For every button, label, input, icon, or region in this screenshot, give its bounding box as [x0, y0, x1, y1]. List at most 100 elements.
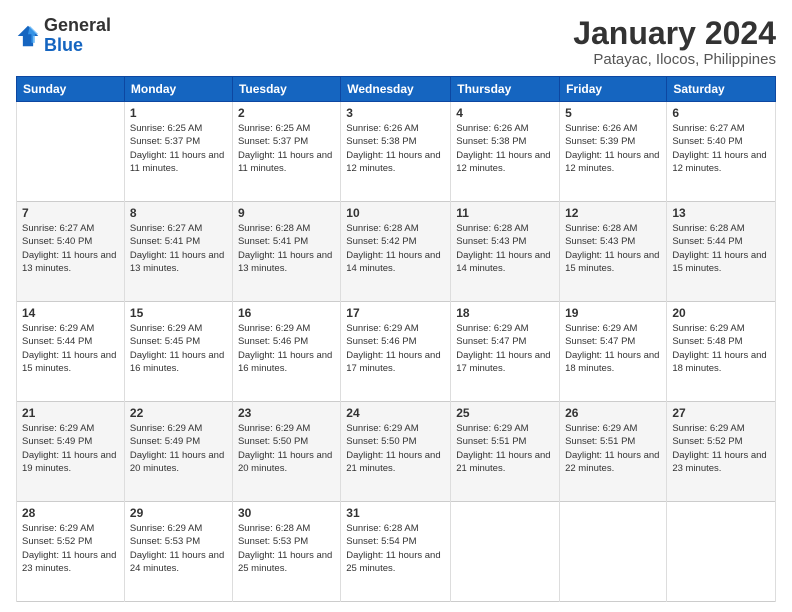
- table-row: 12 Sunrise: 6:28 AMSunset: 5:43 PMDayligh…: [560, 202, 667, 302]
- calendar-week-row: 21 Sunrise: 6:29 AMSunset: 5:49 PMDayligh…: [17, 402, 776, 502]
- day-number: 17: [346, 306, 445, 320]
- day-number: 26: [565, 406, 661, 420]
- table-row: [17, 102, 125, 202]
- day-number: 28: [22, 506, 119, 520]
- day-number: 14: [22, 306, 119, 320]
- day-info: Sunrise: 6:27 AMSunset: 5:40 PMDaylight:…: [672, 122, 770, 175]
- title-block: January 2024 Patayac, Ilocos, Philippine…: [573, 16, 776, 68]
- day-number: 2: [238, 106, 335, 120]
- table-row: [451, 502, 560, 602]
- table-row: 19Sunrise: 6:29 AMSunset: 5:47 PMDayligh…: [560, 302, 667, 402]
- day-info: Sunrise: 6:29 AMSunset: 5:44 PMDaylight:…: [22, 322, 119, 375]
- day-number: 24: [346, 406, 445, 420]
- table-row: 30Sunrise: 6:28 AMSunset: 5:53 PMDayligh…: [232, 502, 340, 602]
- day-number: 13: [672, 206, 770, 220]
- calendar-week-row: 1 Sunrise: 6:25 AMSunset: 5:37 PMDaylight…: [17, 102, 776, 202]
- day-info: Sunrise: 6:29 AMSunset: 5:52 PMDaylight:…: [672, 422, 770, 475]
- day-info: Sunrise: 6:29 AMSunset: 5:45 PMDaylight:…: [130, 322, 227, 375]
- day-number: 31: [346, 506, 445, 520]
- table-row: 11Sunrise: 6:28 AMSunset: 5:43 PMDayligh…: [451, 202, 560, 302]
- day-info: Sunrise: 6:29 AMSunset: 5:47 PMDaylight:…: [456, 322, 554, 375]
- day-number: 5: [565, 106, 661, 120]
- col-monday: Monday: [124, 77, 232, 102]
- table-row: 22 Sunrise: 6:29 AMSunset: 5:49 PMDayligh…: [124, 402, 232, 502]
- table-row: 1 Sunrise: 6:25 AMSunset: 5:37 PMDaylight…: [124, 102, 232, 202]
- day-info: Sunrise: 6:29 AMSunset: 5:49 PMDaylight:…: [130, 422, 227, 475]
- day-number: 21: [22, 406, 119, 420]
- table-row: [560, 502, 667, 602]
- day-number: 12: [565, 206, 661, 220]
- day-number: 25: [456, 406, 554, 420]
- day-info: Sunrise: 6:29 AMSunset: 5:48 PMDaylight:…: [672, 322, 770, 375]
- table-row: 2 Sunrise: 6:25 AMSunset: 5:37 PMDaylight…: [232, 102, 340, 202]
- table-row: [667, 502, 776, 602]
- day-number: 9: [238, 206, 335, 220]
- col-friday: Friday: [560, 77, 667, 102]
- table-row: 5Sunrise: 6:26 AMSunset: 5:39 PMDaylight…: [560, 102, 667, 202]
- table-row: 31Sunrise: 6:28 AMSunset: 5:54 PMDayligh…: [341, 502, 451, 602]
- day-number: 10: [346, 206, 445, 220]
- day-info: Sunrise: 6:28 AMSunset: 5:42 PMDaylight:…: [346, 222, 445, 275]
- table-row: 16Sunrise: 6:29 AMSunset: 5:46 PMDayligh…: [232, 302, 340, 402]
- calendar-week-row: 7 Sunrise: 6:27 AMSunset: 5:40 PMDaylight…: [17, 202, 776, 302]
- day-info: Sunrise: 6:27 AMSunset: 5:41 PMDaylight:…: [130, 222, 227, 275]
- calendar-week-row: 28 Sunrise: 6:29 AMSunset: 5:52 PMDayligh…: [17, 502, 776, 602]
- day-info: Sunrise: 6:25 AMSunset: 5:37 PMDaylight:…: [130, 122, 227, 175]
- table-row: 27 Sunrise: 6:29 AMSunset: 5:52 PMDayligh…: [667, 402, 776, 502]
- col-saturday: Saturday: [667, 77, 776, 102]
- header: General Blue January 2024 Patayac, Iloco…: [16, 16, 776, 68]
- day-info: Sunrise: 6:28 AMSunset: 5:44 PMDaylight:…: [672, 222, 770, 275]
- day-number: 7: [22, 206, 119, 220]
- day-info: Sunrise: 6:28 AMSunset: 5:53 PMDaylight:…: [238, 522, 335, 575]
- day-info: Sunrise: 6:28 AMSunset: 5:41 PMDaylight:…: [238, 222, 335, 275]
- page: General Blue January 2024 Patayac, Iloco…: [0, 0, 792, 612]
- table-row: 17 Sunrise: 6:29 AMSunset: 5:46 PMDayligh…: [341, 302, 451, 402]
- table-row: 14 Sunrise: 6:29 AMSunset: 5:44 PMDayligh…: [17, 302, 125, 402]
- day-info: Sunrise: 6:29 AMSunset: 5:46 PMDaylight:…: [346, 322, 445, 375]
- day-number: 1: [130, 106, 227, 120]
- table-row: 29 Sunrise: 6:29 AMSunset: 5:53 PMDayligh…: [124, 502, 232, 602]
- day-info: Sunrise: 6:29 AMSunset: 5:50 PMDaylight:…: [346, 422, 445, 475]
- day-number: 23: [238, 406, 335, 420]
- day-number: 4: [456, 106, 554, 120]
- table-row: 13 Sunrise: 6:28 AMSunset: 5:44 PMDayligh…: [667, 202, 776, 302]
- table-row: 15 Sunrise: 6:29 AMSunset: 5:45 PMDayligh…: [124, 302, 232, 402]
- calendar-week-row: 14 Sunrise: 6:29 AMSunset: 5:44 PMDayligh…: [17, 302, 776, 402]
- table-row: 9 Sunrise: 6:28 AMSunset: 5:41 PMDaylight…: [232, 202, 340, 302]
- day-number: 22: [130, 406, 227, 420]
- day-info: Sunrise: 6:25 AMSunset: 5:37 PMDaylight:…: [238, 122, 335, 175]
- day-info: Sunrise: 6:29 AMSunset: 5:51 PMDaylight:…: [456, 422, 554, 475]
- logo: General Blue: [16, 16, 111, 56]
- col-tuesday: Tuesday: [232, 77, 340, 102]
- table-row: 18 Sunrise: 6:29 AMSunset: 5:47 PMDayligh…: [451, 302, 560, 402]
- day-info: Sunrise: 6:28 AMSunset: 5:43 PMDaylight:…: [565, 222, 661, 275]
- table-row: 28 Sunrise: 6:29 AMSunset: 5:52 PMDayligh…: [17, 502, 125, 602]
- month-title: January 2024: [573, 16, 776, 51]
- day-info: Sunrise: 6:29 AMSunset: 5:52 PMDaylight:…: [22, 522, 119, 575]
- calendar-table: Sunday Monday Tuesday Wednesday Thursday…: [16, 76, 776, 602]
- day-number: 29: [130, 506, 227, 520]
- table-row: 3Sunrise: 6:26 AMSunset: 5:38 PMDaylight…: [341, 102, 451, 202]
- table-row: 21 Sunrise: 6:29 AMSunset: 5:49 PMDayligh…: [17, 402, 125, 502]
- col-thursday: Thursday: [451, 77, 560, 102]
- day-number: 19: [565, 306, 661, 320]
- table-row: 25 Sunrise: 6:29 AMSunset: 5:51 PMDayligh…: [451, 402, 560, 502]
- day-info: Sunrise: 6:29 AMSunset: 5:46 PMDaylight:…: [238, 322, 335, 375]
- calendar-header-row: Sunday Monday Tuesday Wednesday Thursday…: [17, 77, 776, 102]
- logo-blue-text: Blue: [44, 35, 83, 55]
- day-number: 6: [672, 106, 770, 120]
- day-number: 15: [130, 306, 227, 320]
- table-row: 24 Sunrise: 6:29 AMSunset: 5:50 PMDayligh…: [341, 402, 451, 502]
- table-row: 4Sunrise: 6:26 AMSunset: 5:38 PMDaylight…: [451, 102, 560, 202]
- day-number: 18: [456, 306, 554, 320]
- logo-general-text: General: [44, 15, 111, 35]
- location-subtitle: Patayac, Ilocos, Philippines: [573, 51, 776, 68]
- table-row: 8 Sunrise: 6:27 AMSunset: 5:41 PMDaylight…: [124, 202, 232, 302]
- day-number: 27: [672, 406, 770, 420]
- day-number: 8: [130, 206, 227, 220]
- day-info: Sunrise: 6:29 AMSunset: 5:51 PMDaylight:…: [565, 422, 661, 475]
- day-info: Sunrise: 6:29 AMSunset: 5:53 PMDaylight:…: [130, 522, 227, 575]
- day-info: Sunrise: 6:29 AMSunset: 5:49 PMDaylight:…: [22, 422, 119, 475]
- day-info: Sunrise: 6:27 AMSunset: 5:40 PMDaylight:…: [22, 222, 119, 275]
- day-info: Sunrise: 6:28 AMSunset: 5:43 PMDaylight:…: [456, 222, 554, 275]
